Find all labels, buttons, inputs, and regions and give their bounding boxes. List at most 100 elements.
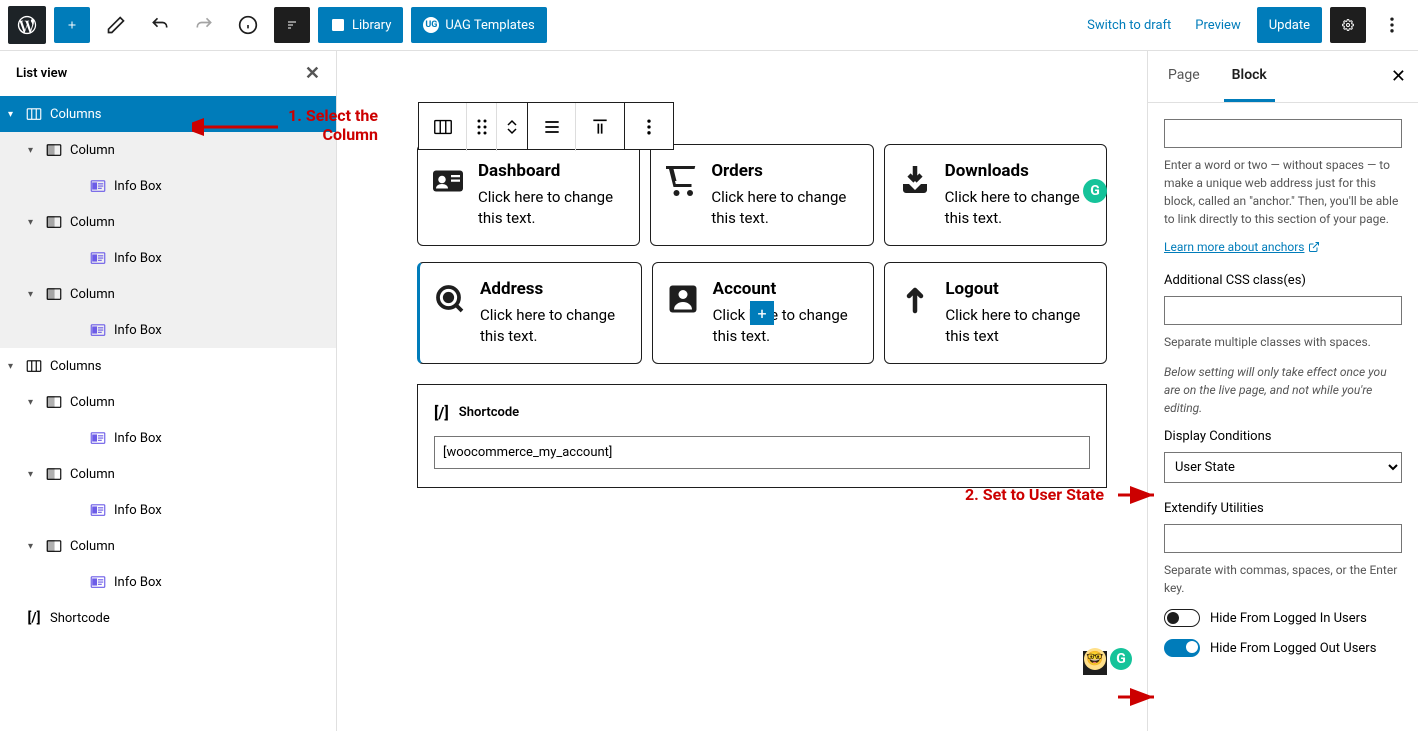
tree-item-shortcode[interactable]: [/]Shortcode	[0, 600, 336, 636]
location-icon	[432, 279, 468, 319]
block-settings-sidebar: Page Block ✕ Enter a word or two — witho…	[1147, 51, 1418, 731]
align-button[interactable]	[528, 103, 576, 151]
wordpress-logo[interactable]	[8, 6, 46, 44]
switch-to-draft-link[interactable]: Switch to draft	[1079, 18, 1179, 33]
list-view-toggle[interactable]	[274, 7, 310, 43]
extendify-help: Separate with commas, spaces, or the Ent…	[1164, 561, 1402, 597]
hide-logged-in-label: Hide From Logged In Users	[1210, 611, 1367, 626]
display-conditions-select[interactable]: User State	[1164, 452, 1402, 483]
hide-logged-out-label: Hide From Logged Out Users	[1210, 641, 1376, 656]
info-card-downloads[interactable]: DownloadsClick here to change this text.	[884, 144, 1107, 246]
display-conditions-label: Display Conditions	[1164, 429, 1402, 444]
uag-icon: UG	[423, 17, 439, 33]
grammarly-icon[interactable]: G	[1083, 179, 1107, 203]
update-button[interactable]: Update	[1257, 7, 1322, 43]
info-button[interactable]	[230, 7, 266, 43]
shortcode-block[interactable]: [/] Shortcode	[417, 384, 1107, 488]
uag-templates-button[interactable]: UG UAG Templates	[411, 7, 546, 43]
settings-button[interactable]	[1330, 7, 1366, 43]
tree-item-column[interactable]: ▾Column	[0, 456, 336, 492]
extendify-input[interactable]	[1164, 524, 1402, 553]
shortcode-label: Shortcode	[459, 405, 519, 420]
preview-link[interactable]: Preview	[1187, 18, 1248, 33]
column-icon	[44, 212, 64, 232]
close-sidebar[interactable]: ✕	[1391, 66, 1406, 87]
infobox-icon	[88, 248, 108, 268]
block-tree: ▾Columns▾ColumnInfo Box▾ColumnInfo Box▾C…	[0, 96, 336, 636]
shortcode-icon: [/]	[24, 608, 44, 628]
id-icon	[430, 161, 466, 201]
column-icon	[44, 536, 64, 556]
css-classes-label: Additional CSS class(es)	[1164, 273, 1402, 288]
anchor-learn-more[interactable]: Learn more about anchors	[1164, 240, 1320, 254]
tab-page[interactable]: Page	[1160, 51, 1208, 102]
infobox-icon	[88, 176, 108, 196]
list-view-title: List view	[16, 66, 67, 81]
shortcode-icon: [/]	[434, 403, 449, 422]
drag-handle[interactable]	[467, 103, 497, 151]
person-icon	[665, 279, 701, 319]
library-label: Library	[352, 18, 391, 33]
extendify-label: Extendify Utilities	[1164, 501, 1402, 516]
insert-block-inline[interactable]: +	[750, 301, 774, 325]
grammarly-badge[interactable]: G	[1110, 648, 1132, 670]
tree-item-info-box[interactable]: Info Box	[0, 168, 336, 204]
infobox-icon	[88, 500, 108, 520]
columns-icon	[24, 104, 44, 124]
uag-label: UAG Templates	[445, 18, 534, 33]
css-help: Separate multiple classes with spaces.	[1164, 333, 1402, 351]
tree-item-info-box[interactable]: Info Box	[0, 492, 336, 528]
emoji-badge[interactable]: 🤓	[1084, 648, 1106, 670]
info-card-dashboard[interactable]: DashboardClick here to change this text.	[417, 144, 640, 246]
anchor-input[interactable]	[1164, 119, 1402, 148]
list-view-sidebar: List view ✕ ▾Columns▾ColumnInfo Box▾Colu…	[0, 51, 337, 731]
anchor-help: Enter a word or two — without spaces — t…	[1164, 156, 1402, 228]
columns-icon	[24, 356, 44, 376]
block-more-button[interactable]	[625, 103, 673, 151]
tree-item-info-box[interactable]: Info Box	[0, 240, 336, 276]
tree-item-columns[interactable]: ▾Columns	[0, 96, 336, 132]
column-icon	[44, 464, 64, 484]
column-icon	[44, 284, 64, 304]
add-block-button[interactable]	[54, 7, 90, 43]
hide-logged-out-toggle[interactable]	[1164, 639, 1200, 657]
tree-item-column[interactable]: ▾Column	[0, 276, 336, 312]
tree-item-columns[interactable]: ▾Columns	[0, 348, 336, 384]
cart-icon	[663, 161, 699, 201]
css-classes-input[interactable]	[1164, 296, 1402, 325]
valign-button[interactable]	[576, 103, 624, 151]
tree-item-column[interactable]: ▾Column	[0, 204, 336, 240]
infobox-icon	[88, 320, 108, 340]
tree-item-info-box[interactable]: Info Box	[0, 312, 336, 348]
block-toolbar	[418, 102, 674, 150]
tree-item-column[interactable]: ▾Column	[0, 384, 336, 420]
redo-button[interactable]	[186, 7, 222, 43]
hide-logged-in-toggle[interactable]	[1164, 609, 1200, 627]
undo-button[interactable]	[142, 7, 178, 43]
tree-item-column[interactable]: ▾Column	[0, 528, 336, 564]
tree-item-info-box[interactable]: Info Box	[0, 564, 336, 600]
column-icon	[44, 140, 64, 160]
column-icon	[44, 392, 64, 412]
library-button[interactable]: Library	[318, 7, 403, 43]
display-note: Below setting will only take effect once…	[1164, 363, 1402, 417]
cards-row-1: DashboardClick here to change this text.…	[417, 144, 1107, 246]
move-buttons[interactable]	[497, 103, 527, 151]
tree-item-info-box[interactable]: Info Box	[0, 420, 336, 456]
up-icon	[897, 279, 933, 319]
info-card-address[interactable]: AddressClick here to change this text.	[417, 262, 642, 364]
close-list-view[interactable]: ✕	[305, 63, 320, 84]
edit-mode-button[interactable]	[98, 7, 134, 43]
more-menu-button[interactable]	[1374, 7, 1410, 43]
download-icon	[897, 161, 933, 201]
infobox-icon	[88, 572, 108, 592]
info-card-orders[interactable]: OrdersClick here to change this text.	[650, 144, 873, 246]
floating-badges: 🤓 G	[1084, 648, 1132, 670]
shortcode-input[interactable]	[434, 436, 1090, 469]
tab-block[interactable]: Block	[1224, 51, 1275, 102]
tree-item-column[interactable]: ▾Column	[0, 132, 336, 168]
info-card-logout[interactable]: LogoutClick here to change this text	[884, 262, 1107, 364]
editor-canvas: M DashboardClick here to change this tex…	[337, 51, 1147, 731]
block-type-icon[interactable]	[419, 103, 467, 151]
cards-row-2: + AddressClick here to change this text.…	[417, 262, 1107, 364]
